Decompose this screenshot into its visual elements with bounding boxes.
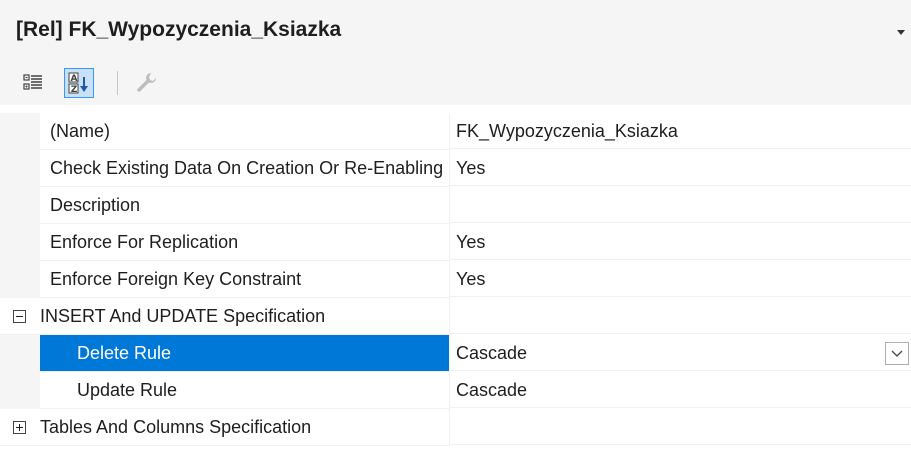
property-name: (Name)	[40, 113, 449, 150]
property-value	[450, 409, 911, 445]
property-category-insert-update-specification[interactable]: INSERT And UPDATE Specification	[0, 298, 911, 335]
property-value[interactable]: Yes	[450, 224, 911, 260]
delete-rule-dropdown-button[interactable]	[885, 342, 909, 365]
property-row-check-existing-data[interactable]: Check Existing Data On Creation Or Re-En…	[0, 150, 911, 187]
delete-rule-select[interactable]: Cascade	[450, 335, 911, 371]
chevron-down-icon	[891, 350, 903, 357]
alphabetical-button[interactable]: A Z	[64, 68, 94, 98]
property-row-enforce-foreign-key-constraint[interactable]: Enforce Foreign Key Constraint Yes	[0, 261, 911, 298]
property-row-update-rule[interactable]: Update Rule Cascade	[0, 372, 911, 409]
svg-text:Z: Z	[71, 85, 78, 95]
property-value[interactable]: FK_Wypozyczenia_Ksiazka	[450, 113, 911, 149]
property-name: Update Rule	[40, 372, 449, 409]
property-name: Check Existing Data On Creation Or Re-En…	[40, 150, 449, 187]
property-name: Enforce Foreign Key Constraint	[40, 261, 449, 298]
property-category-tables-and-columns-specification[interactable]: Tables And Columns Specification	[0, 409, 911, 446]
property-value[interactable]: Yes	[450, 150, 911, 186]
property-value	[450, 298, 911, 334]
wrench-icon	[137, 73, 156, 92]
property-row-delete-rule[interactable]: Delete Rule Cascade	[0, 335, 911, 372]
properties-toolbar: A Z	[0, 62, 911, 105]
svg-text:A: A	[71, 74, 78, 84]
property-grid-empty-area	[0, 453, 911, 473]
property-value[interactable]	[450, 187, 911, 223]
category-name: Tables And Columns Specification	[0, 409, 449, 446]
object-title: [Rel] FK_Wypozyczenia_Ksiazka	[16, 18, 342, 41]
toolbar-separator	[117, 71, 118, 95]
property-row-name[interactable]: (Name) FK_Wypozyczenia_Ksiazka	[0, 113, 911, 150]
alphabetical-sort-icon: A Z	[68, 72, 88, 95]
property-row-description[interactable]: Description	[0, 187, 911, 224]
collapse-icon[interactable]	[13, 310, 26, 323]
property-name: Description	[40, 187, 449, 224]
properties-header: [Rel] FK_Wypozyczenia_Ksiazka	[0, 0, 911, 62]
property-value[interactable]: Yes	[450, 261, 911, 297]
property-pages-button[interactable]	[131, 68, 161, 98]
categorized-icon	[23, 74, 42, 90]
categorized-button[interactable]	[18, 68, 48, 98]
property-name: Delete Rule	[40, 335, 449, 372]
property-value[interactable]: Cascade	[450, 372, 911, 408]
property-name: Enforce For Replication	[40, 224, 449, 261]
category-name: INSERT And UPDATE Specification	[0, 298, 449, 335]
expand-icon[interactable]	[13, 421, 26, 434]
property-row-enforce-for-replication[interactable]: Enforce For Replication Yes	[0, 224, 911, 261]
object-selector-dropdown-icon[interactable]	[897, 30, 905, 35]
